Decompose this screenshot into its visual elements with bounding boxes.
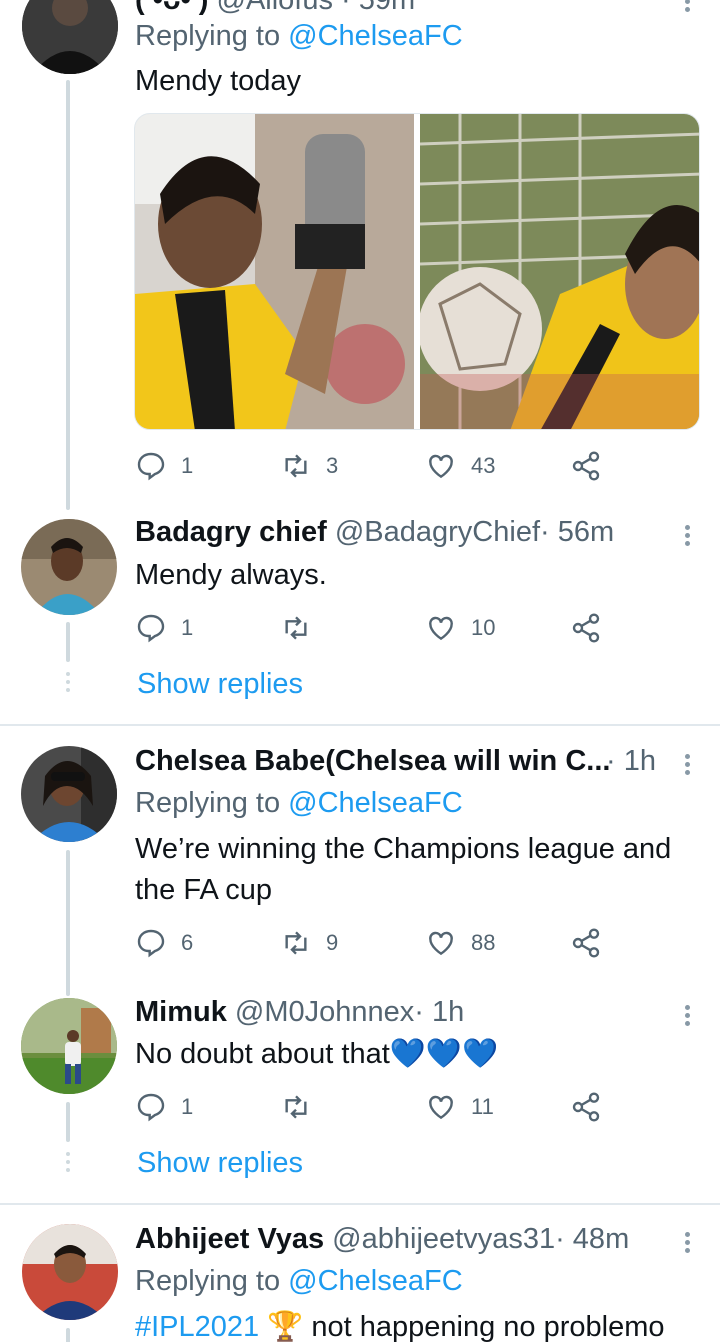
like-button[interactable]: 43 [425, 446, 495, 486]
tweet-header: Chelsea Babe(Chelsea will win C... [135, 743, 610, 779]
tweet-text-line: the FA cup [135, 874, 273, 906]
show-replies-link[interactable]: Show replies [137, 668, 303, 701]
reply-button[interactable]: 1 [135, 608, 193, 648]
more-options-icon[interactable] [682, 751, 692, 778]
share-icon [572, 1092, 600, 1122]
like-button[interactable]: 10 [425, 608, 495, 648]
divider [0, 724, 720, 726]
retweet-button[interactable]: 9 [280, 923, 338, 963]
reply-icon [137, 929, 165, 958]
tweet-text: #IPL2021 🏆 not happening no problemo [135, 1311, 665, 1342]
trophy-emoji: 🏆 [267, 1311, 304, 1342]
thread-line [66, 622, 70, 662]
avatar-image [22, 1224, 118, 1320]
more-options-icon[interactable] [682, 522, 692, 549]
more-options-icon[interactable] [682, 0, 692, 15]
avatar[interactable] [21, 746, 117, 842]
avatar-image [21, 746, 117, 842]
share-button[interactable] [570, 446, 616, 486]
heart-icon [429, 454, 453, 479]
heart-icon [429, 931, 453, 956]
reply-icon [137, 1093, 165, 1122]
display-name[interactable]: Mimuk [135, 996, 227, 1028]
avatar-image [21, 998, 117, 1094]
reply-button[interactable]: 1 [135, 1087, 193, 1127]
share-icon [572, 613, 600, 643]
mention-link[interactable]: @ChelseaFC [288, 787, 463, 819]
retweet-icon [285, 931, 307, 955]
handle-time[interactable]: @Allofus · 59m [217, 0, 416, 16]
avatar-image [22, 0, 118, 74]
share-button[interactable] [570, 923, 616, 963]
tweet-actions: 1 11 [135, 1087, 615, 1127]
handle[interactable]: @abhijeetvyas31 [332, 1223, 555, 1255]
hashtag-link[interactable]: #IPL2021 [135, 1311, 259, 1342]
blue-heart-emoji: 💙💙💙 [389, 1038, 499, 1070]
share-button[interactable] [570, 608, 616, 648]
avatar[interactable] [22, 1224, 118, 1320]
tweet-actions: 6 9 88 [135, 923, 615, 963]
display-name[interactable]: ( •ᴗ• ) [135, 0, 208, 16]
reply-icon [137, 452, 165, 481]
replying-to: Replying to @ChelseaFC [135, 1265, 463, 1297]
timestamp[interactable]: · 1h [414, 996, 464, 1028]
display-name[interactable]: Abhijeet Vyas [135, 1223, 324, 1255]
avatar-image [21, 519, 117, 615]
retweet-icon [285, 454, 307, 478]
timestamp[interactable]: · 48m [555, 1223, 629, 1255]
display-name[interactable]: Badagry chief [135, 516, 327, 548]
tweet-header: ( •ᴗ• ) @Allofus · 59m [135, 0, 415, 18]
more-options-icon[interactable] [682, 1002, 692, 1029]
heart-icon [429, 616, 453, 641]
reply-button[interactable]: 6 [135, 923, 193, 963]
reply-button[interactable]: 1 [135, 446, 193, 486]
avatar[interactable] [22, 0, 118, 74]
avatar[interactable] [21, 519, 117, 615]
tweet-header: Abhijeet Vyas @abhijeetvyas31· 48m [135, 1221, 629, 1257]
share-button[interactable] [570, 1087, 616, 1127]
retweet-icon [285, 616, 307, 640]
like-button[interactable]: 88 [425, 923, 495, 963]
retweet-button[interactable] [280, 608, 326, 648]
tweet-actions: 1 10 [135, 608, 615, 648]
media-image-1[interactable] [135, 114, 414, 429]
timestamp[interactable]: · 56m [540, 516, 614, 548]
tweet-header: Badagry chief @BadagryChief· 56m [135, 514, 614, 550]
mention-link[interactable]: @ChelseaFC [288, 20, 463, 52]
mention-link[interactable]: @ChelseaFC [288, 1265, 463, 1297]
retweet-button[interactable] [280, 1087, 326, 1127]
divider [0, 1203, 720, 1205]
replying-to: Replying to @ChelseaFC [135, 787, 463, 819]
replying-to: Replying to @ChelseaFC [135, 20, 463, 52]
tweet-header: Mimuk @M0Johnnex· 1h [135, 994, 464, 1030]
heart-icon [429, 1095, 453, 1120]
share-icon [572, 928, 600, 958]
thread-line [66, 80, 70, 510]
share-icon [572, 451, 600, 481]
tweet-text-line: We’re winning the Champions league and [135, 833, 672, 865]
more-options-icon[interactable] [682, 1229, 692, 1256]
like-button[interactable]: 11 [425, 1087, 494, 1127]
handle[interactable]: @M0Johnnex [235, 996, 414, 1028]
tweet-text: No doubt about that💙💙💙 [135, 1038, 499, 1070]
media-image-2[interactable] [418, 114, 699, 429]
retweet-icon [285, 1095, 307, 1119]
thread-dots [66, 672, 70, 696]
retweet-button[interactable]: 3 [280, 446, 338, 486]
timestamp[interactable]: · 1h [606, 743, 656, 779]
handle[interactable]: @BadagryChief [335, 516, 540, 548]
show-replies-link[interactable]: Show replies [137, 1147, 303, 1180]
thread-line [66, 1328, 70, 1342]
reply-icon [137, 614, 165, 643]
tweet-actions: 1 3 43 [135, 446, 615, 486]
tweet-text: Mendy always. [135, 559, 327, 591]
thread-line [66, 1102, 70, 1142]
thread-line [66, 850, 70, 996]
display-name[interactable]: Chelsea Babe(Chelsea will win C... [135, 745, 610, 777]
avatar[interactable] [21, 998, 117, 1094]
media-grid [134, 113, 700, 430]
thread-dots [66, 1152, 70, 1176]
tweet-text: Mendy today [135, 65, 302, 97]
